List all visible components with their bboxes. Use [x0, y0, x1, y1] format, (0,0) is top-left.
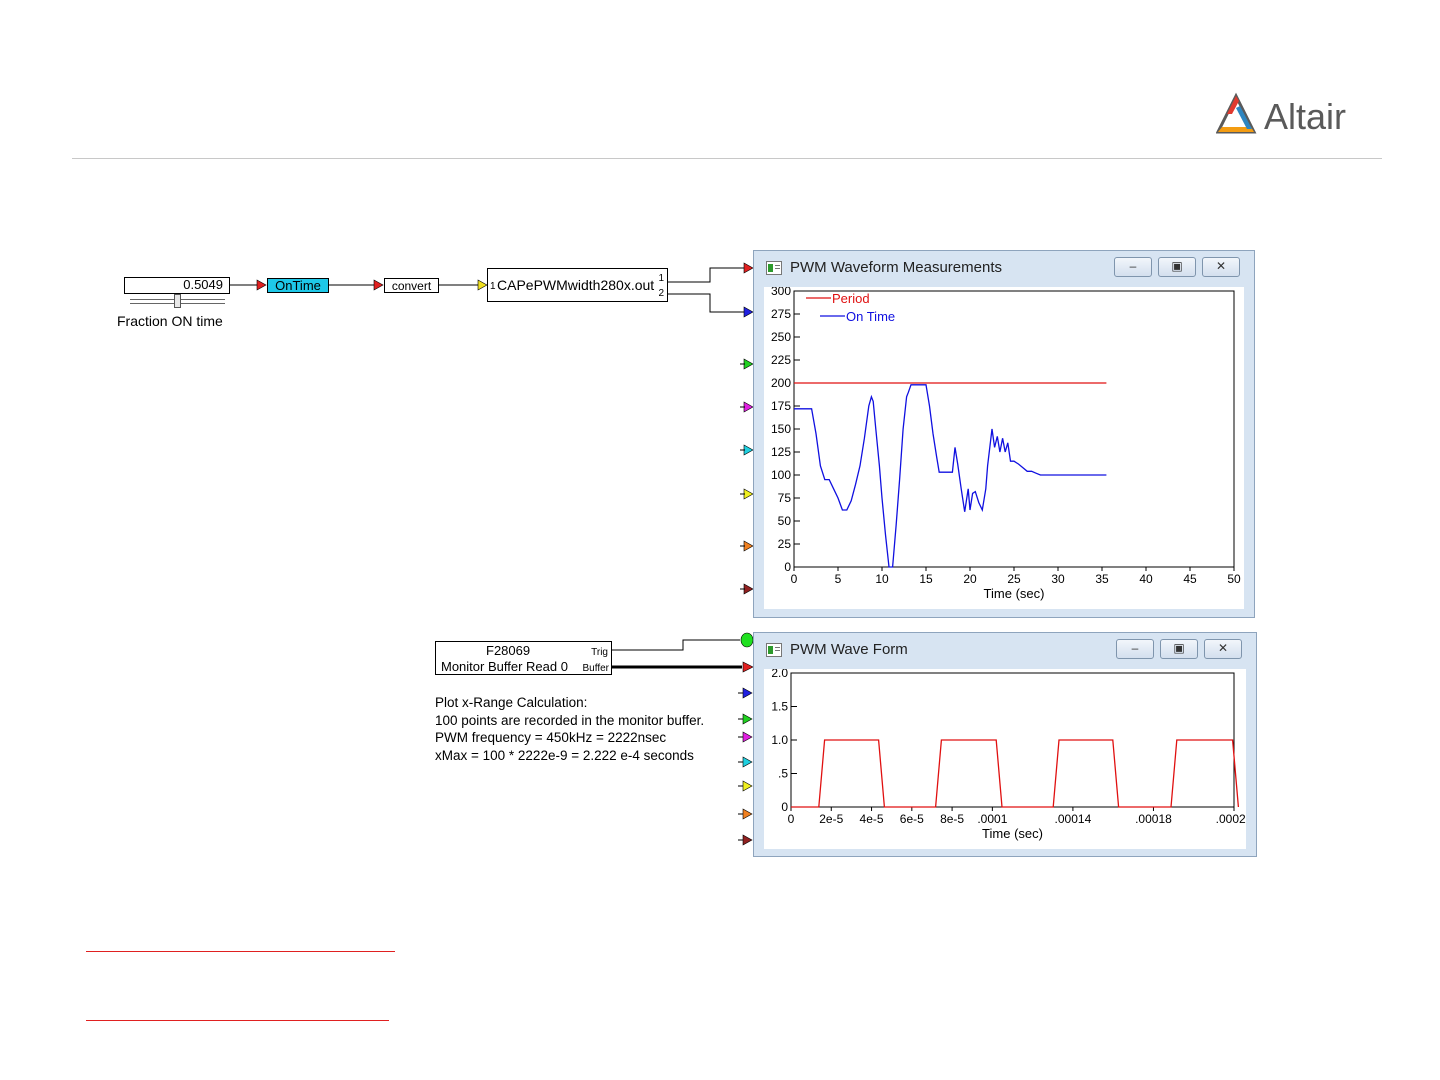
app-window-icon [766, 261, 782, 275]
x-tick-label: 0 [788, 812, 795, 826]
waveform-window[interactable]: PWM Wave Form – ▣ ✕ 0 2e-5 4e-5 6e-5 8e-5 .00… [753, 632, 1257, 857]
xrange-note: Plot x-Range Calculation: 100 points are… [435, 694, 704, 764]
y-tick-label: .5 [778, 767, 788, 781]
close-button[interactable]: ✕ [1202, 257, 1240, 277]
y-tick-label: 25 [778, 537, 792, 551]
window-title: PWM Wave Form [790, 641, 908, 658]
y-tick-label: 275 [771, 307, 791, 321]
y-tick-label: 225 [771, 353, 791, 367]
maximize-button[interactable]: ▣ [1158, 257, 1196, 277]
x-tick-label: 50 [1227, 572, 1241, 586]
decor-red-line [86, 1020, 389, 1021]
x-tick-label: .00018 [1135, 812, 1172, 826]
x-axis-label: Time (sec) [982, 826, 1043, 841]
x-tick-label: 25 [1007, 572, 1021, 586]
maximize-button[interactable]: ▣ [1160, 639, 1198, 659]
waveform-chart: 0 2e-5 4e-5 6e-5 8e-5 .0001 .00014 .00018 .00022… [771, 666, 1252, 841]
legend-label: On Time [846, 309, 895, 324]
x-tick-label: .00014 [1055, 812, 1092, 826]
monitor-device-label: F28069 [486, 643, 531, 658]
y-tick-label: 2.0 [771, 669, 788, 680]
x-tick-label: 0 [791, 572, 798, 586]
x-tick-label: .00022 [1216, 812, 1246, 826]
y-tick-label: 125 [771, 445, 791, 459]
y-tick-label: 1.0 [771, 733, 788, 747]
pwm-out-port-2: 2 [658, 288, 664, 299]
monitor-buffer-block[interactable]: F28069 Monitor Buffer Read 0 Trig Buffer [435, 641, 612, 675]
y-tick-label: 200 [771, 376, 791, 390]
port-trig-label: Trig [591, 647, 608, 658]
app-window-icon [766, 643, 782, 657]
x-tick-label: 30 [1051, 572, 1065, 586]
x-tick-label: 15 [919, 572, 933, 586]
note-line: xMax = 100 * 2222e-9 = 2.222 e-4 seconds [435, 747, 694, 763]
x-tick-label: 35 [1095, 572, 1109, 586]
measurements-window[interactable]: PWM Waveform Measurements – ▣ ✕ 0 5 10 15 20… [753, 250, 1255, 618]
port-buffer-label: Buffer [582, 663, 610, 674]
x-tick-label: .0001 [977, 812, 1007, 826]
pwm-in-port: 1 [490, 281, 496, 292]
x-tick-label: 45 [1183, 572, 1197, 586]
x-tick-label: 10 [875, 572, 889, 586]
x-tick-label: 8e-5 [940, 812, 964, 826]
y-tick-label: 1.5 [771, 700, 788, 714]
x-tick-label: 20 [963, 572, 977, 586]
pwm-block-label: CAPePWMwidth280x.out [497, 277, 655, 293]
y-tick-label: 150 [771, 422, 791, 436]
x-tick-label: 2e-5 [819, 812, 843, 826]
y-tick-label: 175 [771, 399, 791, 413]
x-tick-label: 5 [835, 572, 842, 586]
slider-thumb[interactable] [174, 294, 181, 308]
plot-frame [793, 290, 1235, 568]
measurements-chart: 0 5 10 15 20 25 30 35 40 45 50 0 25 50 75 100 125 150 175 2… [771, 284, 1241, 601]
legend-label: Period [832, 291, 870, 306]
slider-caption: Fraction ON time [117, 313, 223, 329]
ontime-block[interactable]: OnTime [267, 278, 329, 293]
x-tick-label: 4e-5 [860, 812, 884, 826]
note-line: Plot x-Range Calculation: [435, 695, 588, 710]
x-tick-label: 40 [1139, 572, 1153, 586]
convert-label: convert [391, 279, 432, 293]
x-tick-label: 6e-5 [900, 812, 924, 826]
pwm-out-port-1: 1 [658, 273, 664, 284]
y-tick-label: 0 [784, 560, 791, 574]
ontime-label: OnTime [275, 278, 321, 293]
measurements-plot-area: 0 5 10 15 20 25 30 35 40 45 50 0 25 50 75 100 125 150 175 2… [764, 284, 1244, 609]
note-line: 100 points are recorded in the monitor b… [435, 712, 705, 728]
convert-block[interactable]: convert [384, 278, 439, 293]
y-tick-label: 300 [771, 287, 791, 298]
y-tick-label: 0 [781, 800, 788, 814]
monitor-read-label: Monitor Buffer Read 0 [441, 659, 568, 674]
note-line: PWM frequency = 450kHz = 2222nsec [435, 730, 667, 745]
pwm-width-block[interactable]: 1 CAPePWMwidth280x.out 1 2 [487, 268, 668, 302]
y-tick-label: 100 [771, 468, 791, 482]
y-tick-label: 250 [771, 330, 791, 344]
y-tick-label: 75 [778, 491, 792, 505]
minimize-button[interactable]: – [1116, 639, 1154, 659]
slider-value-box[interactable]: 0.5049 [124, 277, 230, 294]
slider-value: 0.5049 [183, 277, 223, 292]
minimize-button[interactable]: – [1114, 257, 1152, 277]
decor-red-line [86, 951, 395, 952]
x-axis-label: Time (sec) [984, 586, 1045, 601]
window-title: PWM Waveform Measurements [790, 259, 1002, 276]
close-button[interactable]: ✕ [1204, 639, 1242, 659]
y-tick-label: 50 [778, 514, 792, 528]
waveform-plot-area: 0 2e-5 4e-5 6e-5 8e-5 .0001 .00014 .00018 .00022… [764, 666, 1253, 849]
